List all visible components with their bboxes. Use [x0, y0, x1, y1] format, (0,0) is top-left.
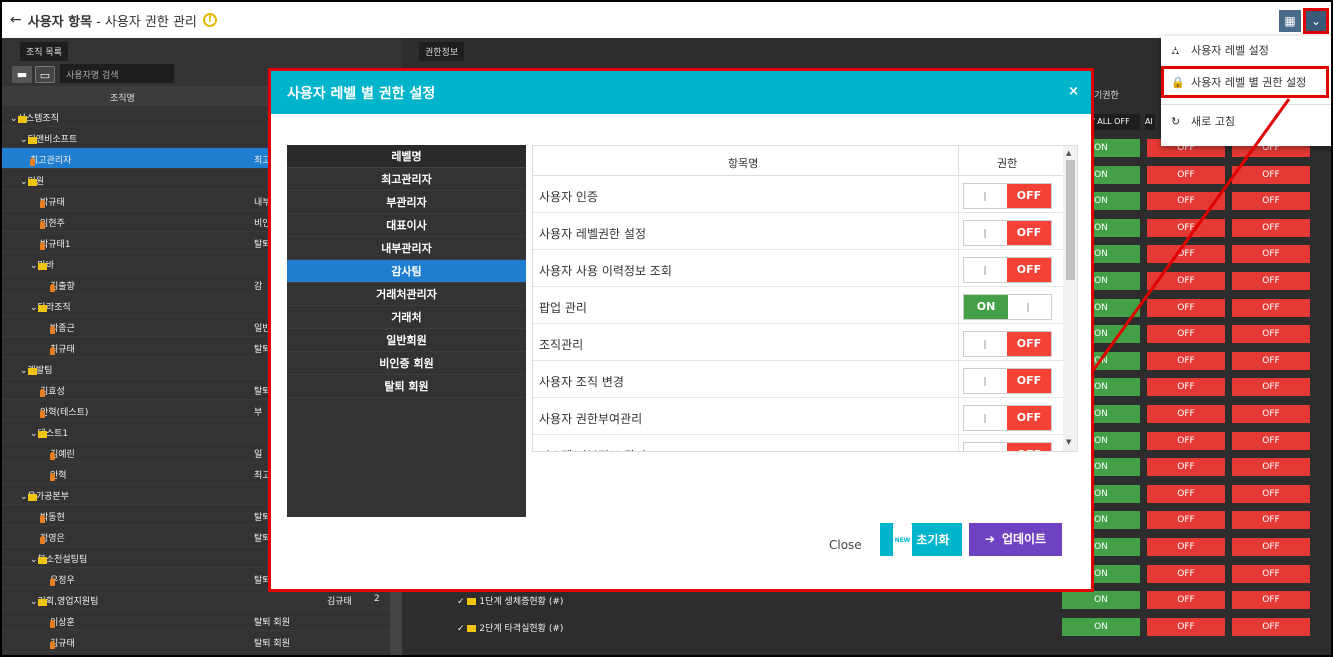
permission-name: 사용자 레벨권한 설정	[539, 227, 646, 241]
permission-toggle[interactable]: ON	[963, 294, 1052, 320]
close-icon[interactable]: ×	[1068, 84, 1079, 99]
level-item[interactable]: 거래처	[287, 306, 526, 329]
permission-header: 권한	[997, 157, 1018, 170]
permission-toggle[interactable]: OFF	[963, 405, 1052, 431]
toggle-state: OFF	[1007, 332, 1051, 356]
toggle-state: ON	[964, 295, 1008, 319]
permission-row: 사용자 레벨권한 설정 OFF	[533, 213, 1063, 250]
permission-scrollbar[interactable]: ▲ ▼	[1063, 146, 1077, 451]
permission-row: 시스템 기본정보 관리 OFF	[533, 435, 1063, 451]
permission-name: 사용자 권한부여관리	[539, 412, 643, 426]
permission-toggle[interactable]: OFF	[963, 442, 1052, 451]
item-name-header: 항목명	[728, 157, 759, 170]
permission-name: 조직관리	[539, 338, 584, 352]
level-item[interactable]: 감사팀	[287, 260, 526, 283]
permission-toggle[interactable]: OFF	[963, 220, 1052, 246]
level-item[interactable]: 내부관리자	[287, 237, 526, 260]
level-item[interactable]: 대표이사	[287, 214, 526, 237]
toggle-state: OFF	[1007, 406, 1051, 430]
permission-name: 사용자 인증	[539, 190, 599, 204]
permission-toggle[interactable]: OFF	[963, 183, 1052, 209]
level-item[interactable]: 탈퇴 회원	[287, 375, 526, 398]
permission-name: 시스템 기본정보 관리	[539, 447, 646, 451]
permission-row: 사용자 권한부여관리 OFF	[533, 398, 1063, 435]
modal-header: 사용자 레벨 별 권한 설정 ×	[271, 71, 1091, 114]
update-button[interactable]: ➔ 업데이트	[969, 523, 1062, 556]
reset-button[interactable]: NEW 초기화	[880, 523, 962, 558]
new-badge: NEW	[892, 523, 913, 558]
level-item[interactable]: 최고관리자	[287, 168, 526, 191]
permission-name: 사용자 조직 변경	[539, 375, 624, 389]
toggle-state: OFF	[1007, 443, 1051, 451]
level-list: 레벨명 최고관리자 부관리자 대표이사 내부관리자 감사팀 거래처관리자 거래처 일반회원 비인…	[287, 145, 526, 517]
toggle-state: OFF	[1007, 258, 1051, 282]
app-window: ← 사용자 항목 - 사용자 권한 관리 ! ▦ ⌄ 조직 목록 ▬ ▭ 사용자…	[0, 0, 1333, 657]
close-button[interactable]: Close	[829, 529, 862, 561]
level-item[interactable]: 비인증 회원	[287, 352, 526, 375]
permission-table-header: 항목명 권한	[533, 146, 1063, 176]
toggle-state: OFF	[1007, 184, 1051, 208]
permission-row: 조직관리 OFF	[533, 324, 1063, 361]
permission-toggle[interactable]: OFF	[963, 257, 1052, 283]
permission-toggle[interactable]: OFF	[963, 331, 1052, 357]
level-permission-modal: 사용자 레벨 별 권한 설정 × 레벨명 최고관리자 부관리자 대표이사 내부관리자 감…	[268, 68, 1094, 592]
modal-title: 사용자 레벨 별 권한 설정	[287, 86, 436, 102]
level-list-header: 레벨명	[287, 145, 526, 168]
arrow-right-icon: ➔	[984, 532, 995, 546]
permission-row: 사용자 조직 변경 OFF	[533, 361, 1063, 398]
permission-row: 팝업 관리 ON	[533, 287, 1063, 324]
toggle-state: OFF	[1007, 369, 1051, 393]
toggle-state: OFF	[1007, 221, 1051, 245]
level-item[interactable]: 거래처관리자	[287, 283, 526, 306]
permission-table: 항목명 권한 사용자 인증 OFF 사용자 레벨권한 설정 OFF 사용자 사용 이력정…	[532, 145, 1078, 452]
level-item[interactable]: 일반회원	[287, 329, 526, 352]
level-item[interactable]: 부관리자	[287, 191, 526, 214]
permission-name: 팝업 관리	[539, 301, 587, 315]
permission-toggle[interactable]: OFF	[963, 368, 1052, 394]
permission-row: 사용자 인증 OFF	[533, 176, 1063, 213]
permission-name: 사용자 사용 이력정보 조회	[539, 264, 672, 278]
permission-row: 사용자 사용 이력정보 조회 OFF	[533, 250, 1063, 287]
